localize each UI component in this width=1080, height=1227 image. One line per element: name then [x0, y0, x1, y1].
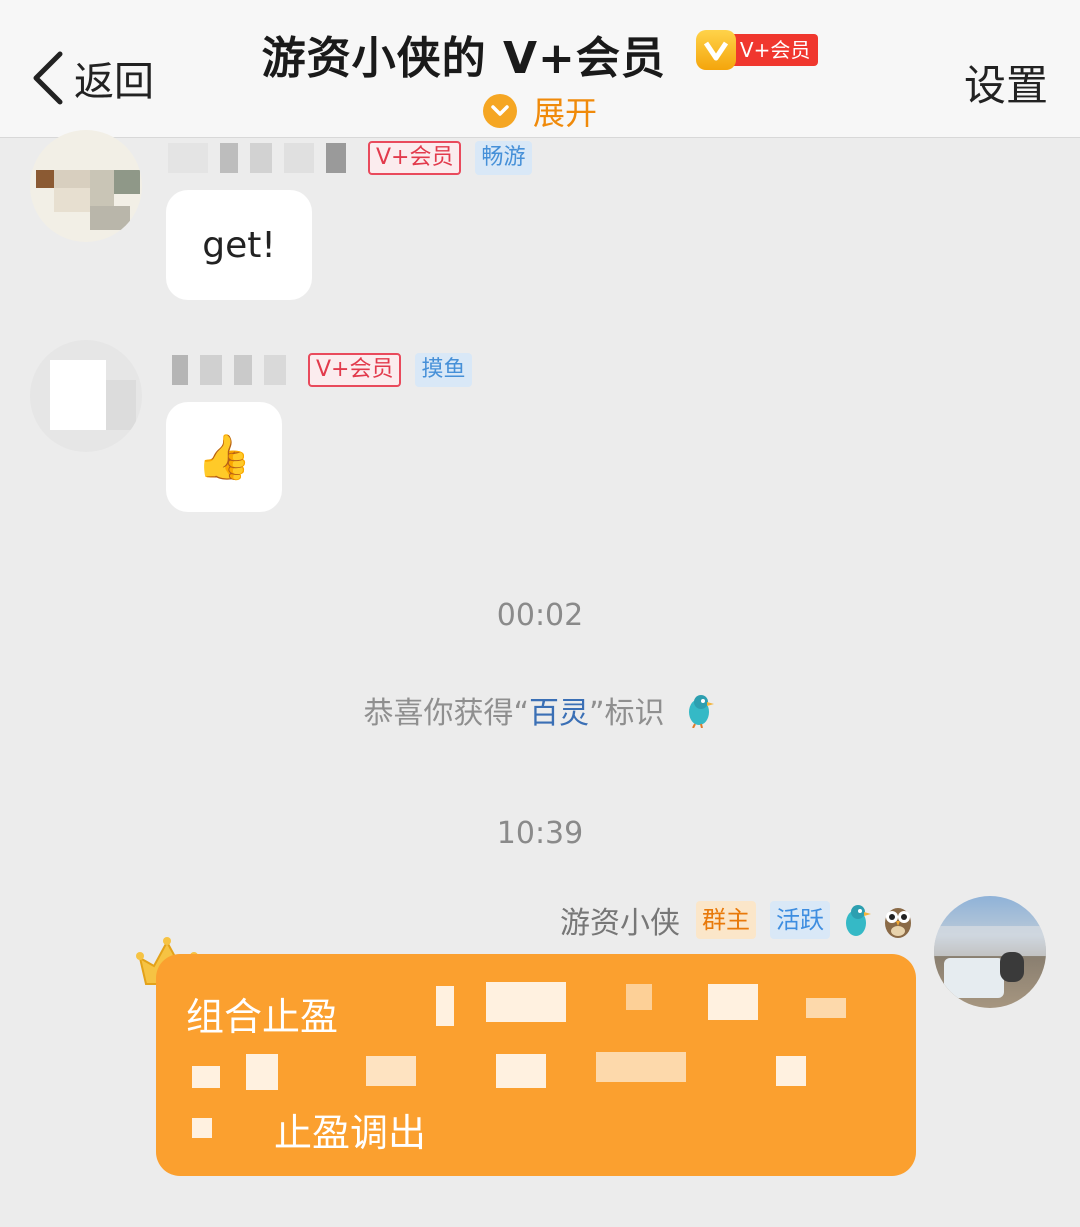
sender-name-row: V+会员 畅游 — [168, 140, 532, 176]
my-avatar[interactable] — [934, 896, 1046, 1008]
message-bubble[interactable]: 👍 — [166, 402, 282, 512]
chevron-down-icon — [482, 94, 517, 128]
my-name-row: 游资小侠 群主 活跃 — [560, 898, 914, 942]
system-message: 恭喜你获得“ 百灵 ”标识 — [0, 688, 1080, 732]
level-tag: 摸鱼 — [415, 353, 472, 387]
sender-name-blurred — [172, 355, 298, 385]
expand-button[interactable]: 展开 — [0, 88, 1080, 134]
vip-badge-label: V+会员 — [729, 34, 819, 66]
sender-name-row: V+会员 摸鱼 — [172, 352, 472, 388]
settings-button[interactable]: 设置 — [964, 52, 1048, 113]
system-message-suffix: ”标识 — [589, 696, 665, 731]
avatar[interactable] — [30, 130, 142, 242]
page-title: 游资小侠的 V+会员 — [261, 33, 666, 84]
timestamp: 00:02 — [496, 598, 584, 633]
message-text: get! — [202, 224, 276, 266]
vip-tag: V+会员 — [308, 353, 402, 387]
sender-name-blurred — [168, 143, 358, 173]
chat-header: 返回 游资小侠的 V+会员 V+会员 展开 设置 — [0, 0, 1080, 138]
title-row: 游资小侠的 V+会员 V+会员 — [0, 22, 1080, 86]
vip-badge: V+会员 — [695, 30, 819, 70]
avatar[interactable] — [30, 340, 142, 452]
message-text-line3: 止盈调出 — [274, 1111, 427, 1155]
my-message-bubble[interactable]: 组合止盈 止盈调出 — [156, 954, 916, 1176]
my-name: 游资小侠 — [560, 906, 680, 941]
expand-label: 展开 — [532, 94, 597, 132]
vip-tag: V+会员 — [368, 141, 462, 175]
bird-icon — [688, 695, 714, 728]
vip-crown-icon — [695, 30, 736, 70]
message-text-line1: 组合止盈 — [186, 995, 339, 1039]
level-tag: 畅游 — [475, 141, 532, 175]
active-tag: 活跃 — [770, 901, 830, 939]
system-message-prefix: 恭喜你获得“ — [363, 696, 529, 731]
thumbs-up-icon: 👍 — [196, 432, 252, 483]
bird-icon — [846, 905, 871, 936]
owner-tag: 群主 — [696, 901, 756, 939]
message-bubble[interactable]: get! — [166, 190, 312, 300]
system-message-highlight[interactable]: 百灵 — [529, 688, 589, 732]
timestamp: 10:39 — [496, 816, 584, 851]
owl-icon — [885, 908, 911, 938]
